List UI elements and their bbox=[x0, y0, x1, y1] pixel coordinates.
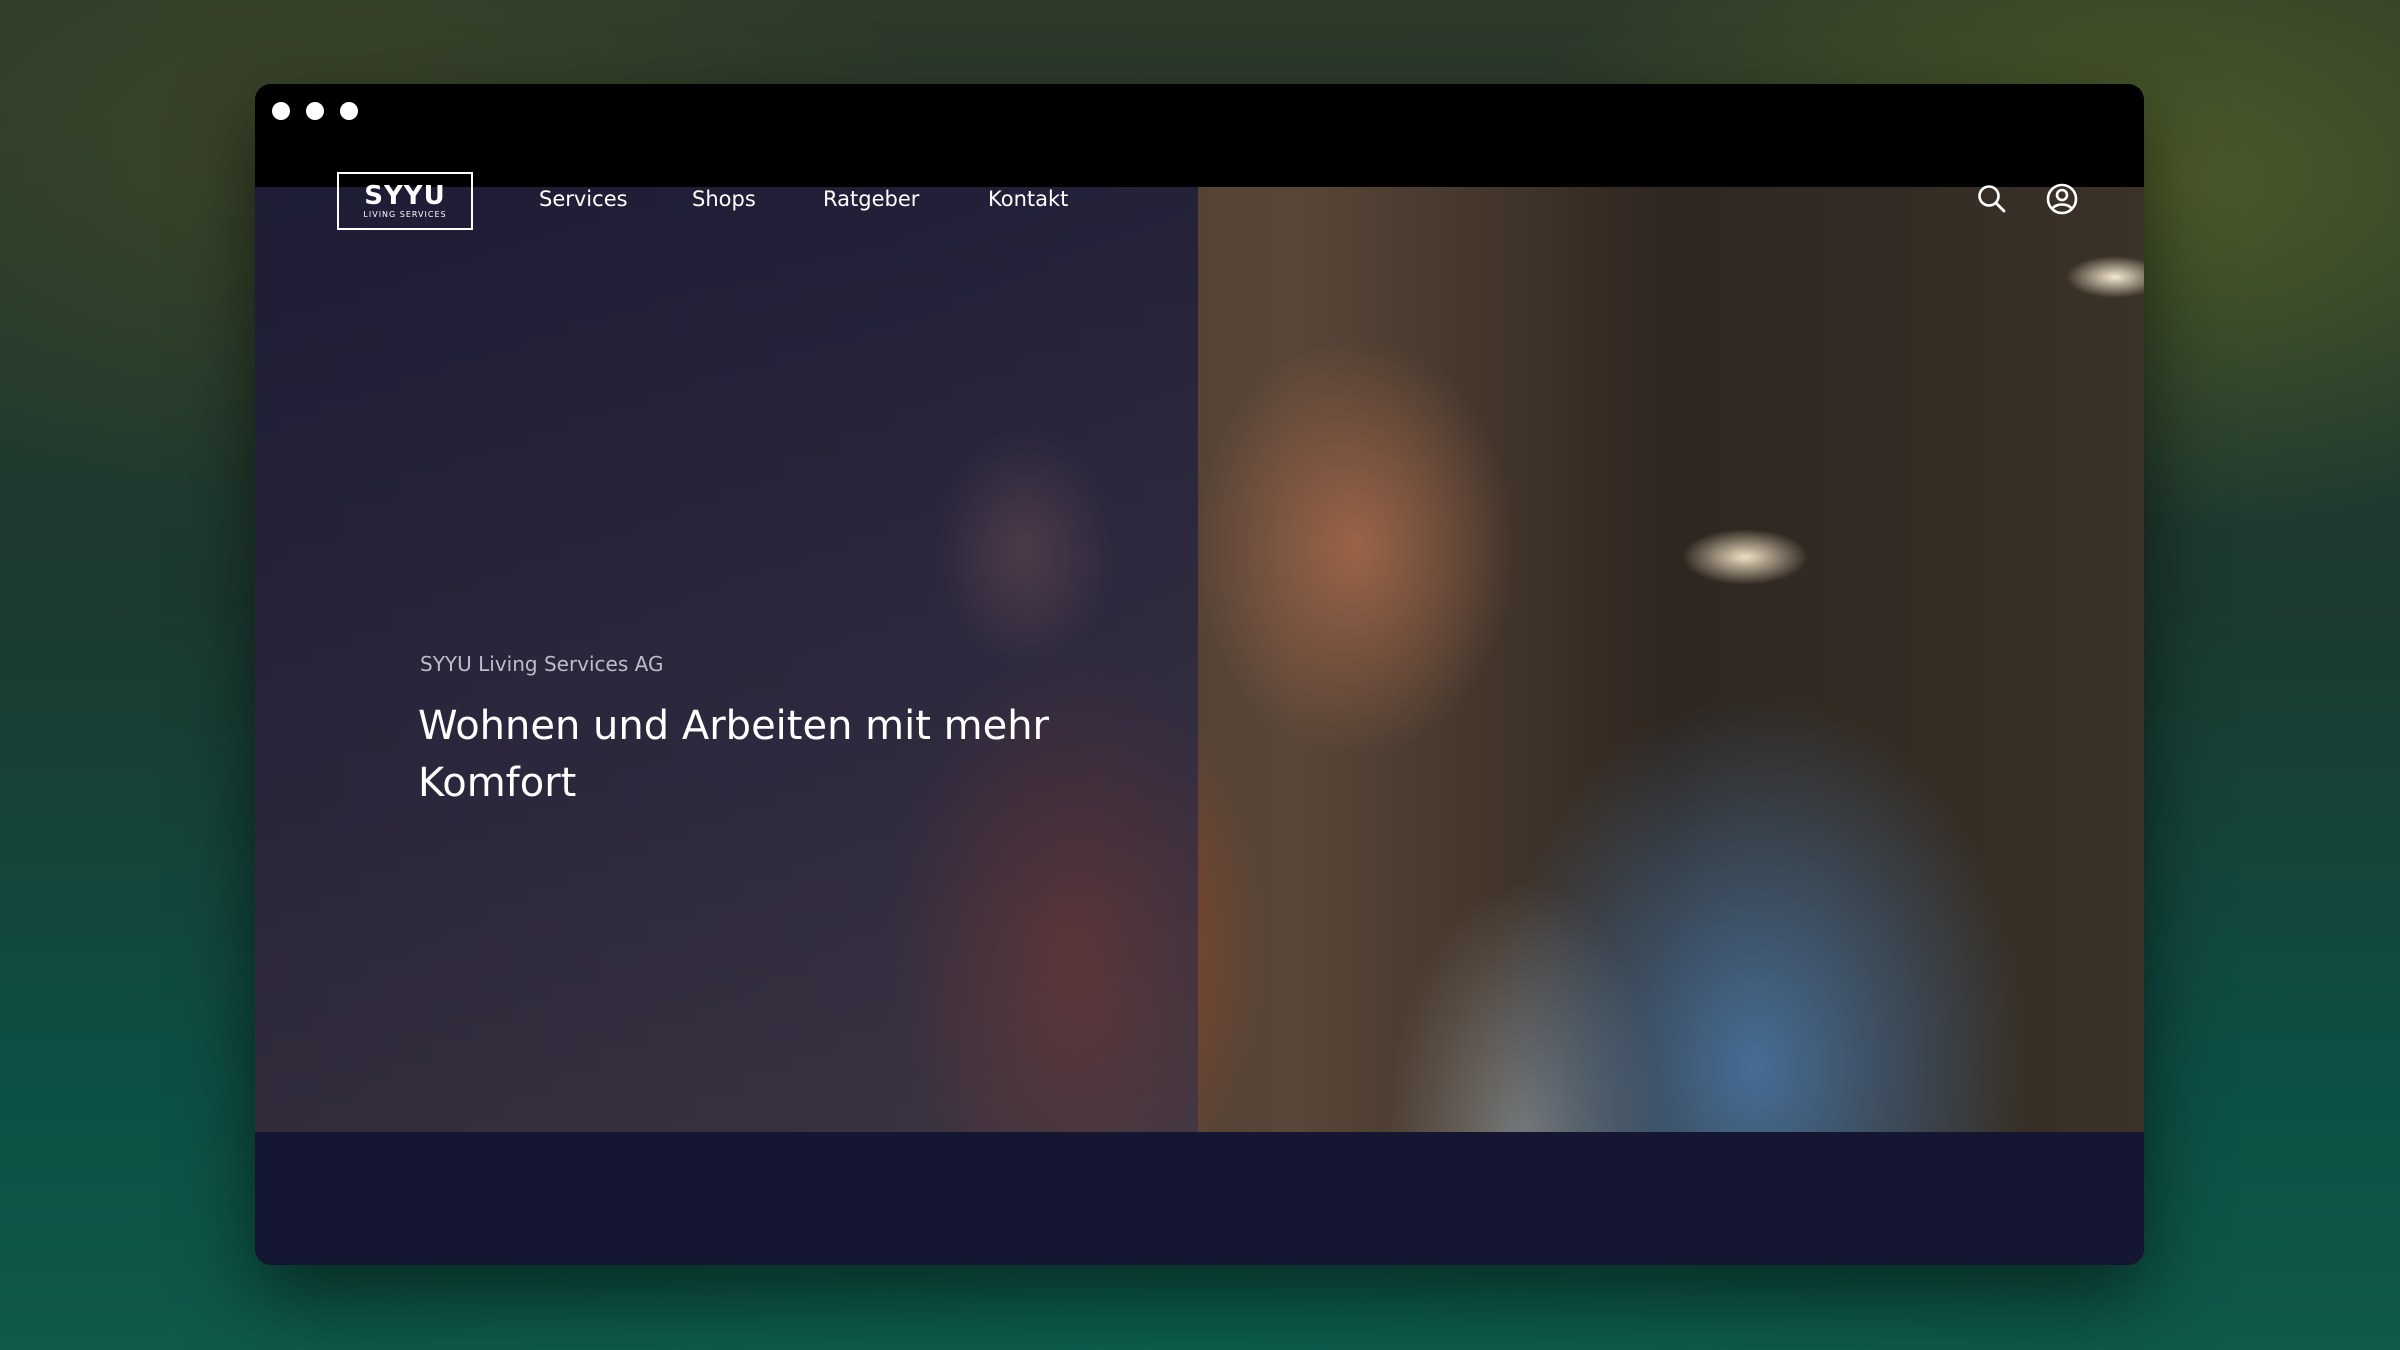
search-icon[interactable] bbox=[1975, 182, 2009, 216]
window-control-dot[interactable] bbox=[272, 102, 290, 120]
hero-overlay bbox=[255, 187, 1198, 1132]
logo-tagline: LIVING SERVICES bbox=[363, 210, 447, 219]
nav-item-kontakt[interactable]: Kontakt bbox=[988, 184, 1068, 214]
nav-item-ratgeber[interactable]: Ratgeber bbox=[823, 184, 919, 214]
browser-window: SYYU LIVING SERVICES Services Shops Ratg… bbox=[255, 84, 2144, 1265]
hero-eyebrow: SYYU Living Services AG bbox=[420, 652, 664, 676]
window-control-dot[interactable] bbox=[340, 102, 358, 120]
nav-item-services[interactable]: Services bbox=[539, 184, 628, 214]
hero-headline: Wohnen und Arbeiten mit mehr Komfort bbox=[418, 703, 1049, 806]
content-section bbox=[255, 1132, 2144, 1265]
logo-wordmark: SYYU bbox=[364, 181, 446, 211]
nav-item-shops[interactable]: Shops bbox=[692, 184, 756, 214]
site-logo[interactable]: SYYU LIVING SERVICES bbox=[337, 172, 473, 230]
window-titlebar bbox=[255, 84, 2144, 187]
window-control-dot[interactable] bbox=[306, 102, 324, 120]
user-account-icon[interactable] bbox=[2045, 182, 2079, 216]
